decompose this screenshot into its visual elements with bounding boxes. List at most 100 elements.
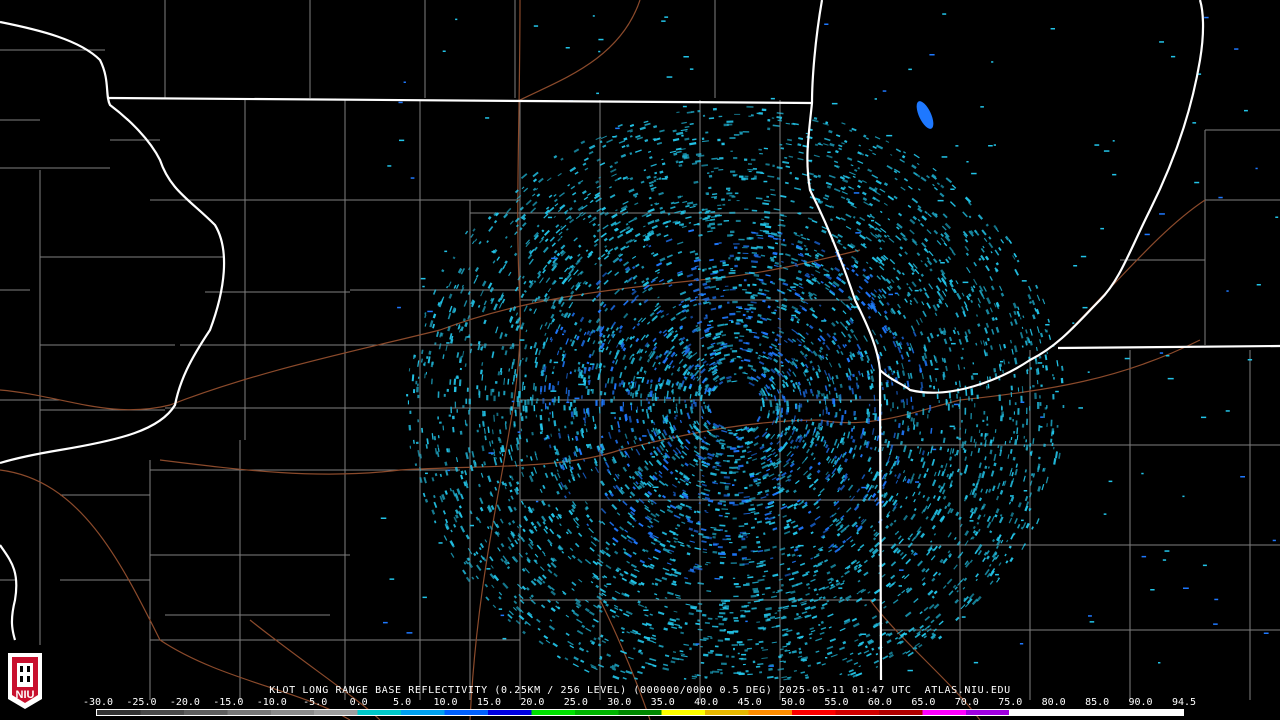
echo-speck xyxy=(1039,402,1042,406)
echo-speck xyxy=(970,388,974,396)
echo-speck xyxy=(833,404,836,407)
echo-speck xyxy=(491,388,495,393)
echo-speck xyxy=(727,190,731,192)
echo-speck xyxy=(738,284,742,287)
echo-speck xyxy=(903,401,905,409)
echo-speck xyxy=(959,396,961,403)
echo-speck xyxy=(806,399,809,403)
echo-speck xyxy=(744,522,749,526)
echo-speck xyxy=(1000,415,1003,422)
echo-speck xyxy=(722,618,727,621)
echo-speck xyxy=(546,406,548,409)
echo-speck xyxy=(641,408,644,412)
echo-speck xyxy=(730,150,733,152)
echo-speck xyxy=(759,671,763,674)
echo-speck xyxy=(780,407,784,413)
echo-speck xyxy=(513,423,516,428)
echo-speck xyxy=(726,123,733,126)
echo-speck xyxy=(595,400,598,406)
echo-speck xyxy=(729,447,736,450)
echo-speck xyxy=(715,618,718,620)
echo-speck xyxy=(723,504,726,507)
echo-speck xyxy=(929,405,932,411)
echo-speck xyxy=(730,230,735,234)
echo-speck xyxy=(734,336,739,339)
echo-speck xyxy=(1043,443,1046,447)
echo-speck xyxy=(819,413,821,417)
echo-speck xyxy=(731,644,738,646)
echo-speck xyxy=(736,322,741,325)
echo-speck xyxy=(733,243,740,245)
echo-speck xyxy=(713,196,717,200)
echo-speck xyxy=(467,409,470,415)
echo-speck xyxy=(756,593,760,597)
echo-speck xyxy=(514,409,516,413)
echo-speck xyxy=(874,414,877,421)
echo-speck xyxy=(767,118,771,122)
echo-speck xyxy=(628,381,631,385)
echo-speck xyxy=(750,114,754,117)
echo-speck xyxy=(747,574,750,576)
echo-speck xyxy=(663,396,666,404)
echo-speck xyxy=(587,389,590,396)
echo-speck xyxy=(789,171,793,175)
echo-speck xyxy=(722,261,726,265)
echo-speck xyxy=(735,432,738,435)
echo-speck xyxy=(1060,377,1064,384)
echo-speck xyxy=(745,670,749,673)
echo-speck xyxy=(496,412,499,416)
echo-speck xyxy=(738,367,742,370)
echo-speck xyxy=(1039,395,1041,399)
echo-speck xyxy=(721,142,725,146)
echo-speck xyxy=(719,157,724,160)
echo-speck xyxy=(748,171,752,173)
echo-speck xyxy=(717,491,721,495)
echo-speck xyxy=(915,413,918,416)
echo-speck xyxy=(732,504,739,506)
echo-speck xyxy=(844,410,847,414)
echo-speck xyxy=(831,398,835,405)
echo-speck xyxy=(839,408,841,412)
echo-speck xyxy=(520,399,523,403)
echo-speck xyxy=(1021,423,1025,428)
echo-speck xyxy=(640,399,642,407)
echo-speck xyxy=(1025,418,1029,426)
echo-speck xyxy=(417,394,420,399)
echo-speck xyxy=(760,406,763,412)
echo-speck xyxy=(1062,405,1065,408)
echo-speck xyxy=(705,131,709,134)
echo-speck xyxy=(726,187,731,190)
echo-speck xyxy=(417,419,419,423)
echo-speck xyxy=(721,662,727,665)
echo-speck xyxy=(968,396,970,401)
echo-speck xyxy=(1043,413,1046,418)
echo-speck xyxy=(982,419,985,422)
echo-speck xyxy=(456,409,458,413)
echo-speck xyxy=(720,599,727,602)
echo-speck xyxy=(703,401,706,404)
echo-speck xyxy=(751,158,756,161)
echo-speck xyxy=(710,170,714,173)
echo-speck xyxy=(413,354,417,358)
echo-speck xyxy=(945,399,948,406)
echo-speck xyxy=(1009,417,1012,420)
echo-speck xyxy=(721,198,725,201)
echo-speck xyxy=(729,501,735,505)
echo-speck xyxy=(728,471,733,474)
echo-speck xyxy=(723,494,730,497)
echo-speck xyxy=(408,424,412,431)
echo-speck xyxy=(853,410,856,416)
echo-speck xyxy=(717,158,720,160)
echo-speck xyxy=(717,138,721,142)
echo-speck xyxy=(1013,411,1015,415)
echo-speck xyxy=(723,220,730,222)
echo-speck xyxy=(744,499,747,502)
echo-speck xyxy=(742,289,747,291)
echo-speck xyxy=(466,387,469,392)
echo-speck xyxy=(825,407,828,414)
echo-speck xyxy=(730,562,737,565)
echo-speck xyxy=(548,402,551,406)
echo-speck xyxy=(722,203,726,206)
echo-speck xyxy=(732,357,737,360)
echo-speck xyxy=(567,389,570,397)
